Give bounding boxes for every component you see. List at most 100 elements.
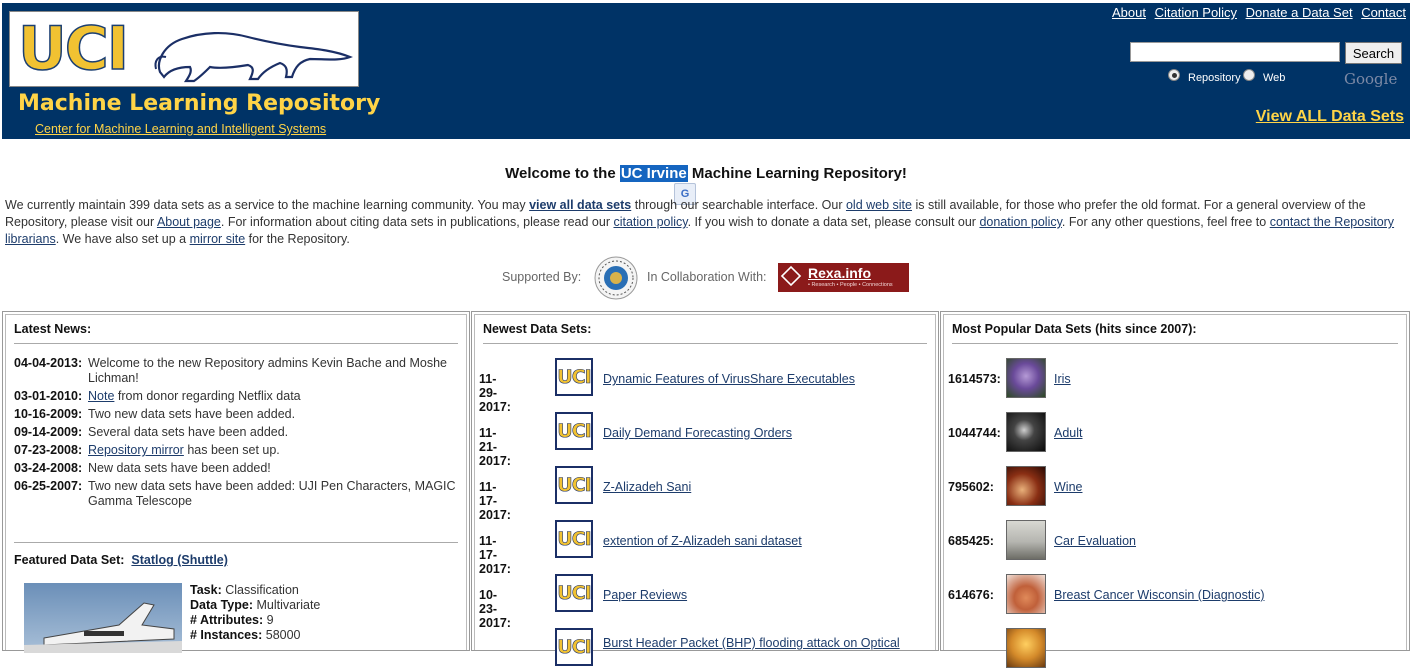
shuttle-image[interactable] (24, 583, 182, 653)
icon-text: UCI (557, 630, 592, 664)
icon-text: UCI (557, 522, 592, 556)
news-date: 09-14-2009: (14, 425, 83, 439)
contact-link[interactable]: Contact (1361, 5, 1406, 20)
adult-thumbnail[interactable] (1006, 412, 1046, 452)
inst-label: # Instances: (190, 628, 263, 642)
repository-mirror-link[interactable]: Repository mirror (88, 443, 184, 457)
featured-label: Featured Data Set: (14, 553, 125, 567)
uci-dataset-icon[interactable]: UCI (555, 412, 593, 450)
news-date: 10-16-2009: (14, 407, 83, 421)
site-subtitle-link[interactable]: Center for Machine Learning and Intellig… (35, 122, 326, 136)
citation-policy-link[interactable]: Citation Policy (1155, 5, 1237, 20)
dataset-link[interactable]: Car Evaluation (1054, 534, 1136, 548)
search-input[interactable] (1130, 42, 1340, 62)
site-header: UCI Machine Learning Repository Center f… (2, 3, 1410, 139)
task-value: Classification (225, 583, 299, 597)
uci-dataset-icon[interactable]: UCI (555, 358, 593, 396)
type-value: Multivariate (256, 598, 321, 612)
radio-web[interactable] (1243, 69, 1255, 81)
attr-label: # Attributes: (190, 613, 264, 627)
dataset-link[interactable]: Dynamic Features of VirusShare Executabl… (603, 372, 855, 386)
featured-dataset-heading: Featured Data Set: Statlog (Shuttle) (14, 553, 228, 567)
dataset-link[interactable]: Iris (1054, 372, 1071, 386)
icon-text: UCI (557, 414, 592, 448)
radio-web-label: Web (1263, 72, 1286, 84)
icon-text: UCI (557, 576, 592, 610)
intro-paragraph: We currently maintain 399 data sets as a… (5, 197, 1405, 248)
popular-datasets-panel: Most Popular Data Sets (hits since 2007)… (940, 311, 1410, 668)
hit-count: 685425: (948, 534, 994, 548)
featured-attrs: # Attributes: 9 (190, 613, 320, 628)
anteater-icon (154, 31, 353, 83)
top-nav: About Citation Policy Donate a Data Set … (1107, 5, 1406, 20)
welcome-heading: Welcome to the UC Irvine Machine Learnin… (0, 165, 1412, 182)
old-site-link[interactable]: old web site (846, 198, 912, 212)
intro-text: through our searchable interface. Our (631, 198, 846, 212)
search-button[interactable]: Search (1345, 42, 1402, 64)
dataset-link[interactable]: Adult (1054, 426, 1083, 440)
hit-count: 795602: (948, 480, 994, 494)
rexa-name: Rexa.info (808, 265, 872, 281)
uci-dataset-icon[interactable]: UCI (555, 574, 593, 612)
about-link[interactable]: About (1112, 5, 1146, 20)
hit-count: 1614573: (948, 372, 1001, 386)
uci-dataset-icon[interactable]: UCI (555, 520, 593, 558)
news-text: Two new data sets have been added. (88, 407, 296, 421)
featured-instances: # Instances: 58000 (190, 628, 320, 643)
news-text-rest: from donor regarding Netflix data (114, 389, 301, 403)
breast-cancer-thumbnail[interactable] (1006, 574, 1046, 614)
dataset-thumbnail[interactable] (1006, 628, 1046, 668)
intro-text: for the Repository. (245, 232, 350, 246)
intro-text: . We have also set up a (55, 232, 190, 246)
radio-repository-label: Repository (1188, 72, 1241, 84)
uci-dataset-icon[interactable]: UCI (555, 466, 593, 504)
featured-dataset-link[interactable]: Statlog (Shuttle) (131, 553, 228, 567)
attr-value: 9 (266, 613, 274, 627)
dataset-date: 10-23-2017: (479, 588, 511, 630)
featured-type: Data Type: Multivariate (190, 598, 320, 613)
intro-text: . If you wish to donate a data set, plea… (687, 215, 980, 229)
uci-dataset-icon[interactable]: UCI (555, 628, 593, 666)
intro-text: We currently maintain 399 data sets as a… (5, 198, 530, 212)
panel-frame: Newest Data Sets: 11-29-2017: UCI Dynami… (474, 314, 936, 666)
netflix-note-link[interactable]: Note (88, 389, 114, 403)
iris-thumbnail[interactable] (1006, 358, 1046, 398)
icon-text: UCI (557, 468, 592, 502)
logo-text: UCI (17, 13, 130, 85)
featured-task: Task: Classification (190, 583, 320, 598)
uci-logo[interactable]: UCI (9, 11, 359, 87)
dataset-link[interactable]: Daily Demand Forecasting Orders (603, 426, 792, 440)
view-all-datasets-link[interactable]: View ALL Data Sets (1256, 108, 1404, 126)
intro-text: . For any other questions, feel free to (1061, 215, 1270, 229)
newest-datasets-panel: Newest Data Sets: 11-29-2017: UCI Dynami… (471, 311, 939, 666)
dataset-link[interactable]: Burst Header Packet (BHP) flooding attac… (603, 636, 900, 650)
dataset-link[interactable]: Breast Cancer Wisconsin (Diagnostic) (1054, 588, 1265, 602)
nsf-logo-icon[interactable] (593, 255, 639, 301)
dataset-link[interactable]: Paper Reviews (603, 588, 687, 602)
view-all-datasets-inline-link[interactable]: view all data sets (529, 198, 631, 212)
intro-text: . For information about citing data sets… (220, 215, 614, 229)
rexa-logo[interactable]: Rexa.info • Research • People • Connecti… (778, 263, 909, 292)
news-date: 03-01-2010: (14, 389, 83, 403)
donate-link[interactable]: Donate a Data Set (1246, 5, 1353, 20)
about-page-link[interactable]: About page (157, 215, 221, 229)
car-thumbnail[interactable] (1006, 520, 1046, 560)
donation-policy-link[interactable]: donation policy (979, 215, 1061, 229)
news-text-rest: has been set up. (183, 443, 280, 457)
radio-repository[interactable] (1168, 69, 1180, 81)
wine-thumbnail[interactable] (1006, 466, 1046, 506)
site-title[interactable]: Machine Learning Repository (18, 91, 380, 116)
panel-frame: Latest News: 04-04-2013: Welcome to the … (5, 314, 467, 653)
rexa-mark-icon (780, 265, 802, 287)
dataset-date: 11-17-2017: (479, 480, 511, 522)
dataset-link[interactable]: Z-Alizadeh Sani (603, 480, 691, 494)
dataset-link[interactable]: extention of Z-Alizadeh sani dataset (603, 534, 802, 548)
mirror-site-link[interactable]: mirror site (190, 232, 246, 246)
dataset-link[interactable]: Wine (1054, 480, 1082, 494)
type-label: Data Type: (190, 598, 253, 612)
panel-frame: Most Popular Data Sets (hits since 2007)… (943, 314, 1407, 668)
news-date: 04-04-2013: (14, 356, 83, 370)
task-label: Task: (190, 583, 222, 597)
citation-policy-inline-link[interactable]: citation policy (613, 215, 687, 229)
welcome-prefix: Welcome to the (505, 165, 620, 182)
